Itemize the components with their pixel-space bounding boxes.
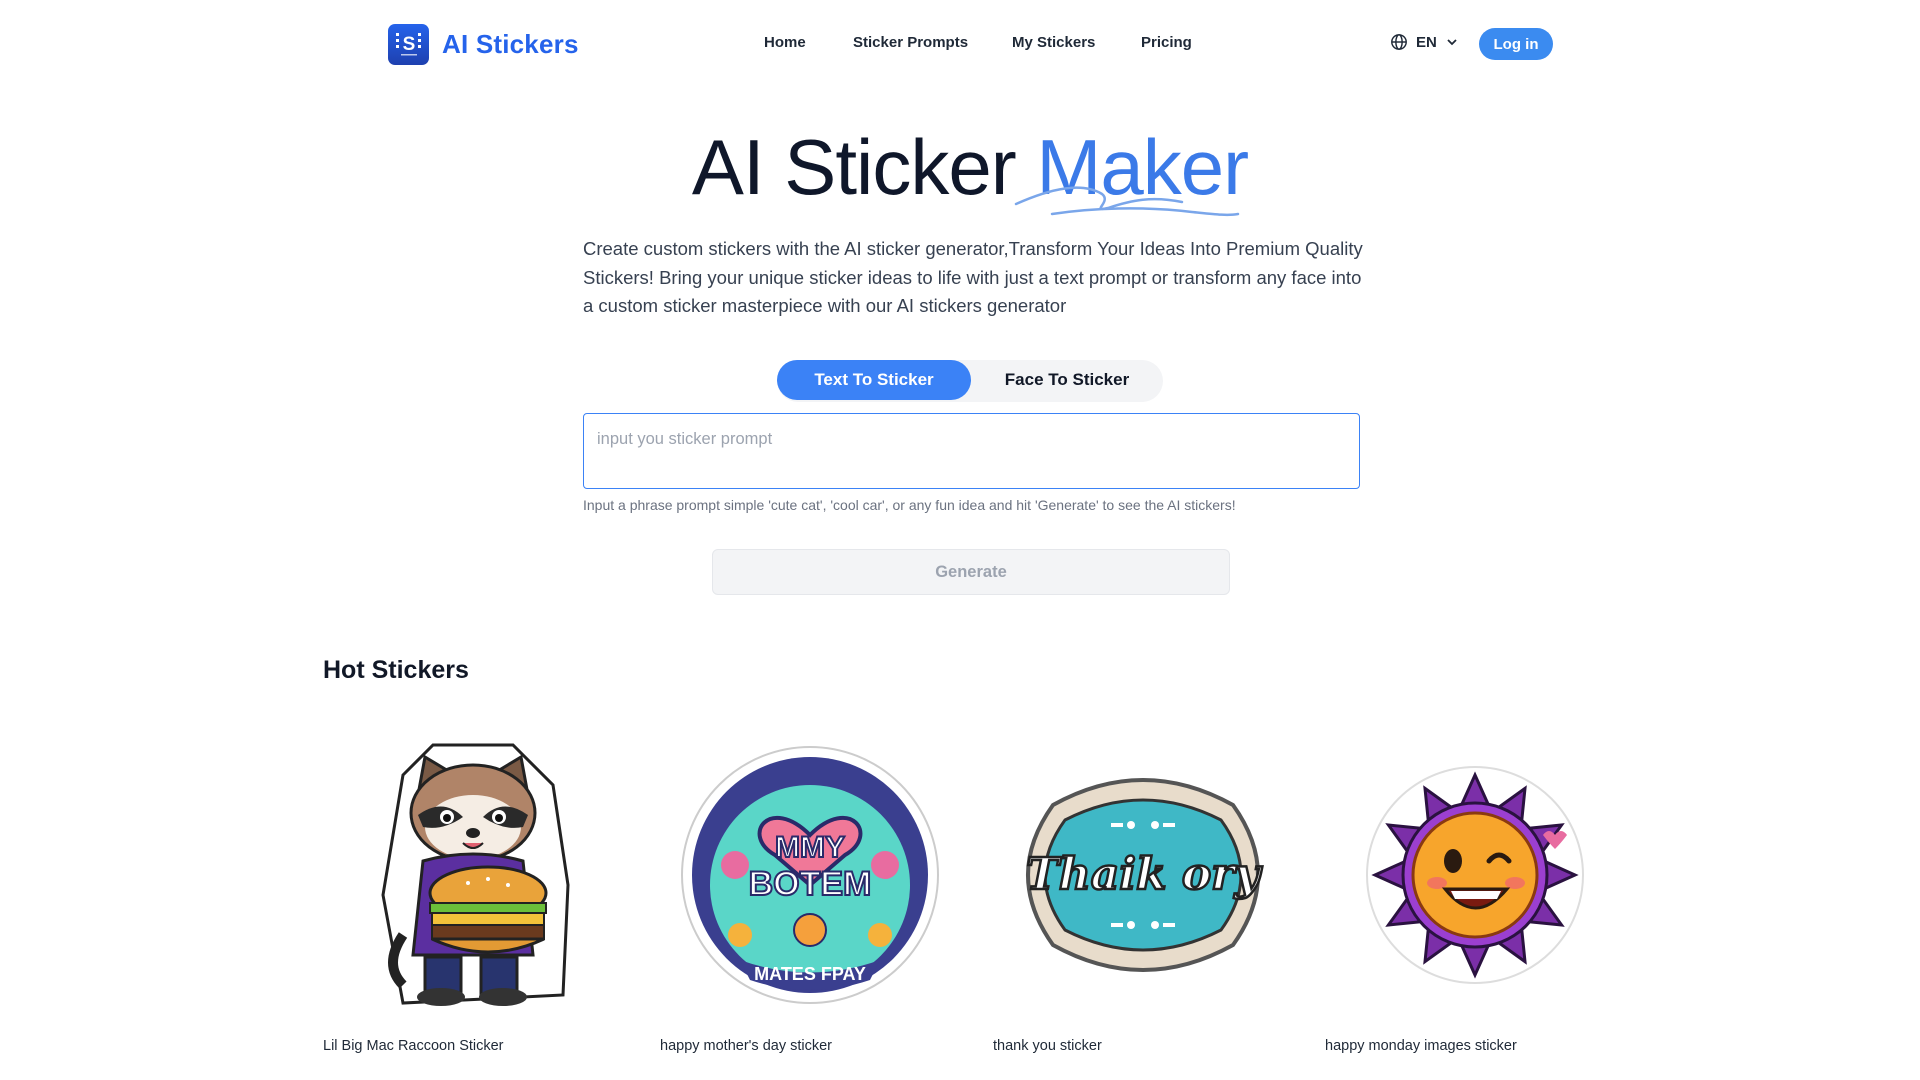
raccoon-burger-sticker-image[interactable] [323,735,623,1015]
sticker-card[interactable]: Thaik ory thank you sticker [993,735,1293,1054]
tab-face-to-sticker[interactable]: Face To Sticker [971,360,1163,400]
login-button[interactable]: Log in [1479,28,1553,60]
generate-button[interactable]: Generate [712,549,1230,595]
hot-stickers-title: Hot Stickers [323,656,469,684]
mothers-day-heart-sticker-image[interactable]: MMY BOTEM MATES FPAY [660,735,960,1015]
tab-text-to-sticker[interactable]: Text To Sticker [777,360,971,400]
title-main: AI Sticker [691,123,1017,211]
thank-you-text: Thaik ory [1026,849,1263,900]
sticker-card[interactable]: happy monday images sticker [1325,735,1625,1054]
mothers-day-text-mid: BOTEM [749,865,872,903]
nav-pricing[interactable]: Pricing [1141,34,1192,51]
language-selector[interactable]: EN [1390,33,1459,51]
sticker-card[interactable]: Lil Big Mac Raccoon Sticker [323,735,623,1054]
nav-my-stickers[interactable]: My Stickers [1012,34,1095,51]
hero-description: Create custom stickers with the AI stick… [583,238,1363,316]
sticker-label[interactable]: Lil Big Mac Raccoon Sticker [323,1038,504,1054]
nav-sticker-prompts[interactable]: Sticker Prompts [853,34,968,51]
mothers-day-text-top: MMY [775,831,845,864]
sticker-prompt-input[interactable] [583,413,1360,489]
sunflower-smiley-sticker-image[interactable] [1325,735,1625,1015]
sticker-card[interactable]: MMY BOTEM MATES FPAY happy mother's day … [660,735,960,1054]
chevron-down-icon [1447,39,1457,46]
sticker-label[interactable]: happy monday images sticker [1325,1038,1517,1054]
language-code: EN [1416,33,1437,51]
sticker-label[interactable]: thank you sticker [993,1038,1102,1054]
sticker-label[interactable]: happy mother's day sticker [660,1038,832,1054]
title-underline-squiggle [1014,186,1240,217]
thank-you-sticker-image[interactable]: Thaik ory [993,735,1293,1015]
site-header: S AI Stickers Home Sticker Prompts My St… [0,0,1920,88]
nav-home[interactable]: Home [764,34,806,51]
main-nav: Home Sticker Prompts My Stickers Pricing [0,34,1920,56]
prompt-hint: Input a phrase prompt simple 'cute cat',… [583,497,1236,513]
page-title: AI Sticker Maker [0,122,1920,213]
globe-icon [1391,34,1407,50]
mothers-day-text-bottom: MATES FPAY [754,964,866,984]
mode-tabs: Text To Sticker Face To Sticker [777,360,1163,402]
